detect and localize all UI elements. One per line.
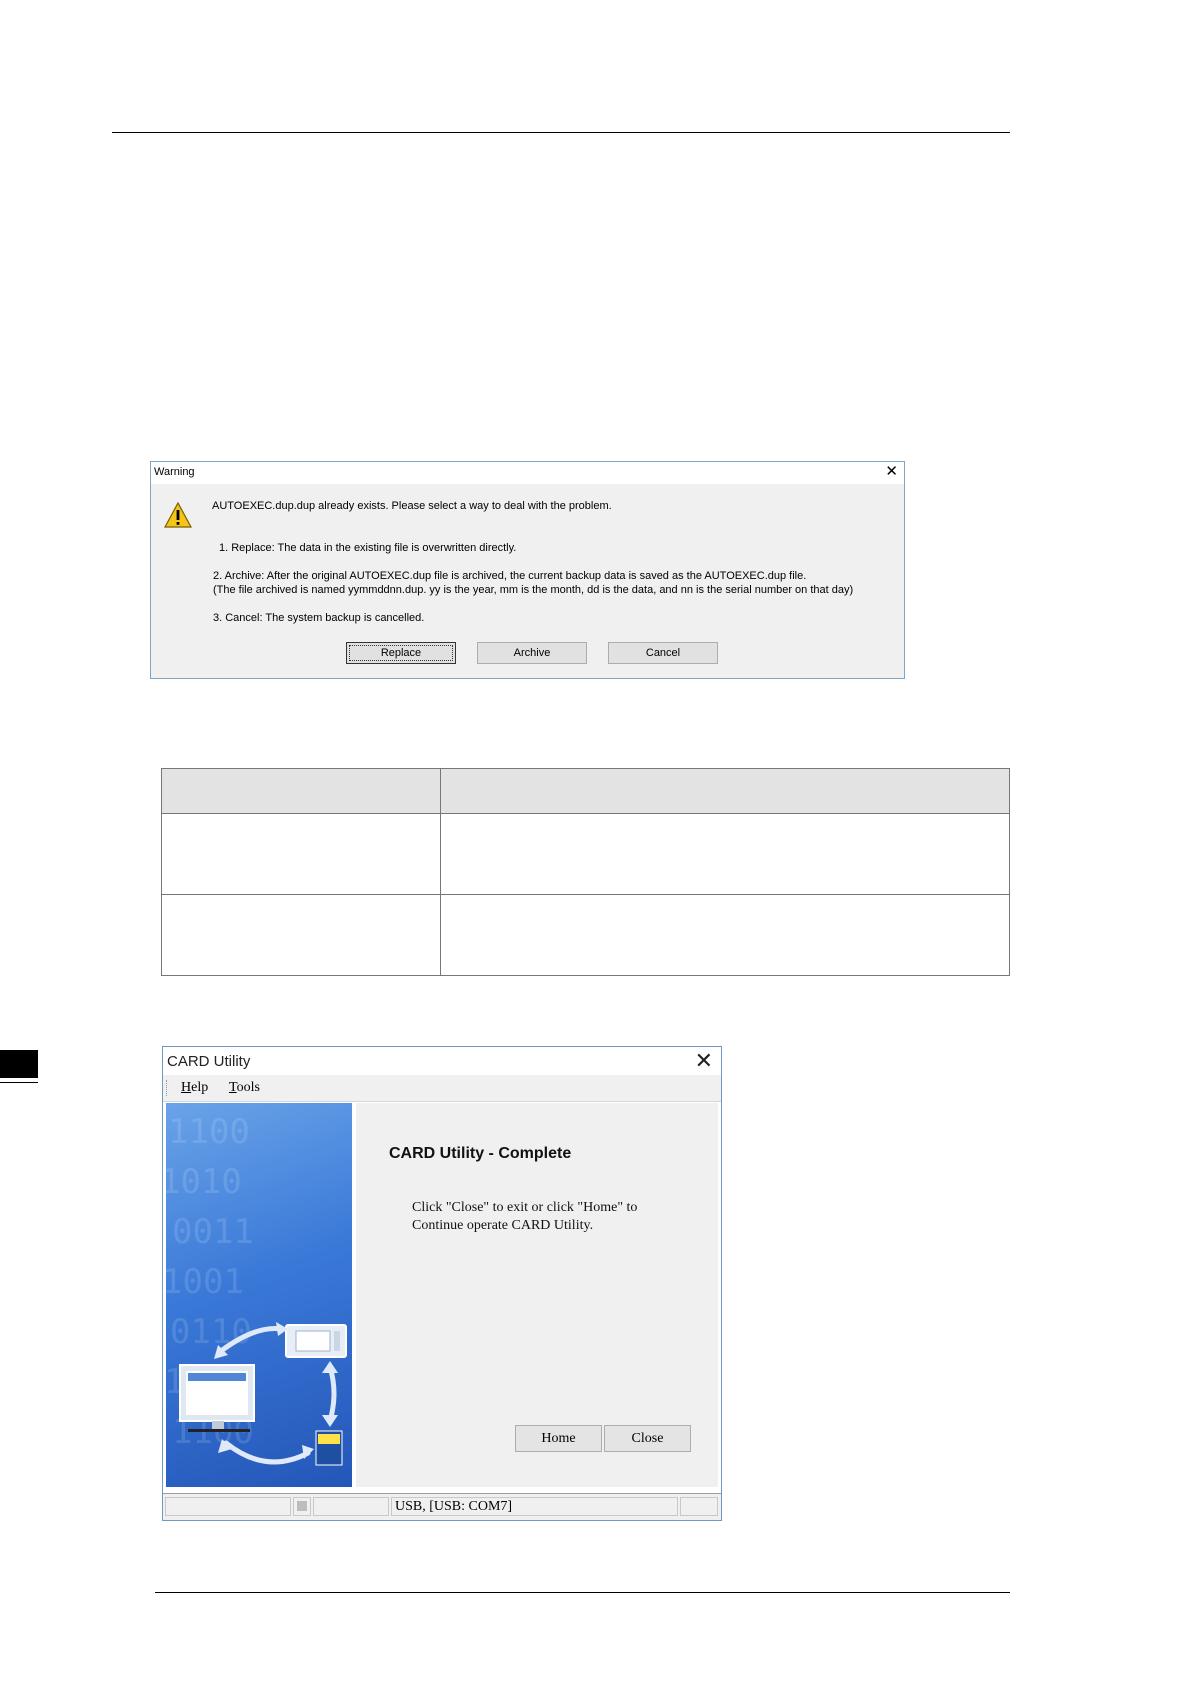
- close-button[interactable]: Close: [604, 1425, 691, 1452]
- table-cell: [440, 894, 1010, 976]
- menu-tools[interactable]: Tools: [229, 1080, 260, 1096]
- warning-dialog: Warning ✕ AUTOEXEC.dup.dup already exist…: [150, 461, 905, 679]
- cancel-button[interactable]: Cancel: [608, 642, 718, 664]
- connection-status: USB, [USB: COM7]: [391, 1497, 678, 1516]
- svg-text:0011: 0011: [172, 1212, 254, 1252]
- close-icon[interactable]: ✕: [885, 463, 898, 481]
- warning-dialog-titlebar: Warning ✕: [151, 462, 904, 484]
- svg-text:1100: 1100: [168, 1112, 250, 1152]
- replace-button[interactable]: Replace: [346, 642, 456, 664]
- table-cell: [161, 894, 441, 976]
- card-utility-content: CARD Utility - Complete Click "Close" to…: [356, 1103, 718, 1487]
- table-header-row: [161, 768, 1010, 814]
- option-cancel-text: 3. Cancel: The system backup is cancelle…: [213, 612, 425, 624]
- option-replace-text: 1. Replace: The data in the existing fil…: [219, 542, 517, 554]
- connection-status-text: USB, [USB: COM7]: [395, 1499, 513, 1514]
- table-cell: [161, 813, 441, 895]
- page-title: CARD Utility - Complete: [389, 1145, 572, 1162]
- card-utility-title: CARD Utility: [167, 1053, 251, 1070]
- svg-text:1001: 1001: [166, 1262, 244, 1302]
- warning-triangle-icon: [163, 501, 193, 528]
- card-transfer-illustration: 1100 1010 0011 1001 0110 1010 1100: [166, 1112, 347, 1466]
- table-header-cell: [440, 768, 1010, 814]
- status-indicator: [293, 1497, 311, 1516]
- home-button[interactable]: Home: [515, 1425, 602, 1452]
- close-icon[interactable]: ✕: [695, 1049, 713, 1073]
- card-utility-window: CARD Utility ✕ Help Tools 1100 1010 0011…: [162, 1046, 722, 1521]
- chapter-tab-rule: [0, 1082, 38, 1083]
- completion-message-line2: Continue operate CARD Utility.: [412, 1218, 594, 1233]
- table-row: [161, 894, 1010, 976]
- status-cell: [165, 1497, 291, 1516]
- option-archive-text: 2. Archive: After the original AUTOEXEC.…: [213, 570, 807, 582]
- warning-dialog-title: Warning: [154, 466, 195, 478]
- table-header-cell: [161, 768, 441, 814]
- status-bar: USB, [USB: COM7]: [163, 1493, 721, 1520]
- svg-text:0110: 0110: [170, 1312, 252, 1352]
- chapter-tab: [0, 1050, 38, 1078]
- side-banner-illustration: 1100 1010 0011 1001 0110 1010 1100: [166, 1103, 352, 1487]
- menu-help[interactable]: Help: [181, 1080, 208, 1096]
- warning-message: AUTOEXEC.dup.dup already exists. Please …: [212, 500, 612, 512]
- footer-rule: [155, 1592, 1010, 1593]
- completion-message-line1: Click "Close" to exit or click "Home" to: [412, 1200, 638, 1215]
- card-utility-titlebar: CARD Utility ✕: [163, 1047, 721, 1075]
- archive-button[interactable]: Archive: [477, 642, 587, 664]
- status-cell: [313, 1497, 389, 1516]
- menu-grip: [166, 1080, 169, 1096]
- size-grip[interactable]: [680, 1497, 718, 1516]
- memory-card-icon: [315, 1430, 343, 1466]
- spec-table: [161, 768, 1010, 976]
- header-rule: [112, 132, 1010, 133]
- plc-device-icon: [285, 1324, 347, 1358]
- option-archive-note: (The file archived is named yymmddnn.dup…: [213, 584, 854, 596]
- table-row: [161, 813, 1010, 895]
- computer-icon: [179, 1364, 255, 1432]
- svg-text:1010: 1010: [166, 1162, 242, 1202]
- menu-bar: Help Tools: [163, 1075, 721, 1102]
- table-cell: [440, 813, 1010, 895]
